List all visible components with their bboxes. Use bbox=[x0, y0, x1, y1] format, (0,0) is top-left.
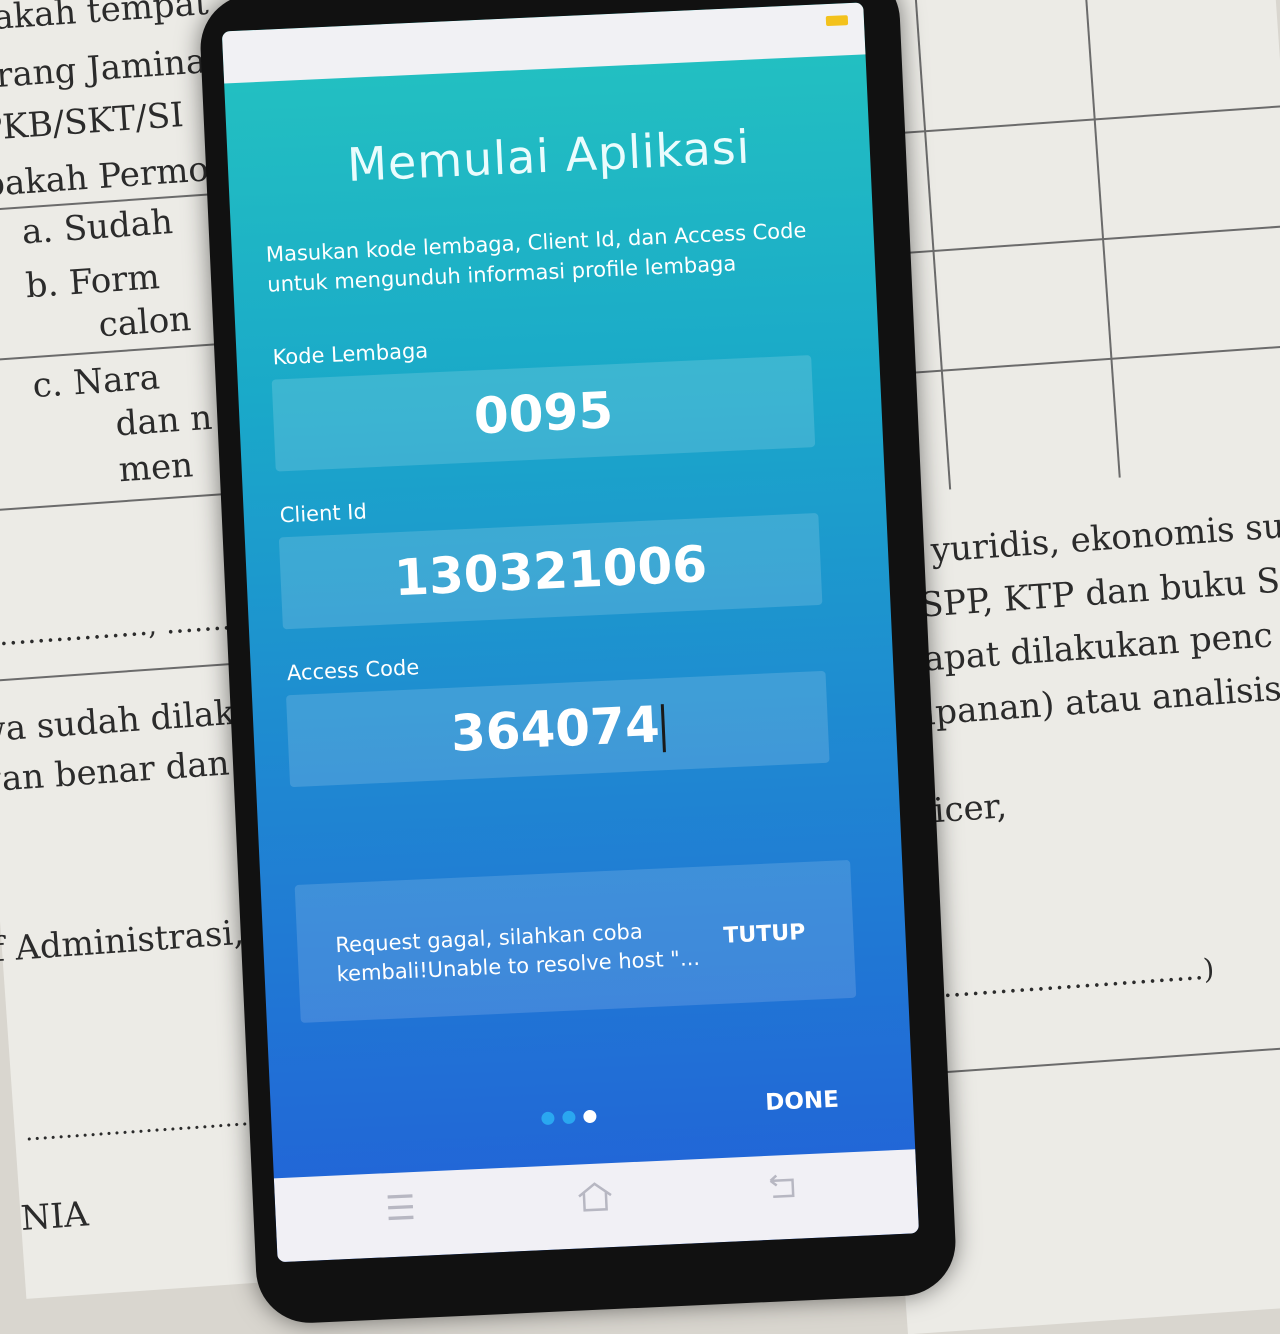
doc-line: gan benar dan p bbox=[0, 741, 264, 801]
doc-line: Barang Jamina bbox=[0, 41, 208, 100]
tutup-button[interactable]: TUTUP bbox=[723, 920, 806, 949]
page-dot-active bbox=[583, 1109, 597, 1124]
navigation-bar: ☰ bbox=[273, 1149, 920, 1263]
access-code-value: 364074 bbox=[449, 695, 661, 763]
doc-line: c. Nara bbox=[31, 357, 162, 407]
status-bar bbox=[221, 2, 866, 84]
kode-lembaga-label: Kode Lembaga bbox=[272, 338, 429, 370]
app-screen: Memulai Aplikasi Masukan kode lembaga, C… bbox=[221, 2, 920, 1263]
page-indicator bbox=[541, 1107, 605, 1129]
page-subtitle: Masukan kode lembaga, Client Id, dan Acc… bbox=[265, 218, 807, 297]
doc-line: BPKB/SKT/SI bbox=[0, 95, 185, 151]
doc-line: Apakah tempat bbox=[0, 0, 210, 42]
doc-line: b. Form bbox=[24, 257, 161, 307]
kode-lembaga-input[interactable]: 0095 bbox=[271, 355, 816, 472]
home-icon[interactable] bbox=[574, 1179, 616, 1224]
page-dot bbox=[541, 1111, 555, 1126]
text-cursor bbox=[660, 703, 666, 752]
phone-device: Memulai Aplikasi Masukan kode lembaga, C… bbox=[198, 0, 958, 1326]
doc-line: …………………………) bbox=[922, 952, 1216, 1006]
error-snackbar: Request gagal, silahkan coba kembali!Una… bbox=[294, 859, 857, 1023]
client-id-value: 130321006 bbox=[392, 535, 709, 608]
doc-line: calon bbox=[97, 299, 193, 346]
doc-line: simpanan) atau analisis bbox=[873, 668, 1280, 738]
doc-line: men bbox=[117, 445, 195, 491]
page-title: Memulai Aplikasi bbox=[346, 119, 752, 192]
doc-line: ………………, ……… bbox=[0, 601, 251, 654]
doc-line: wa sudah dilaku bbox=[0, 691, 258, 751]
error-message: Request gagal, silahkan coba kembali!Una… bbox=[334, 919, 701, 987]
access-code-label: Access Code bbox=[286, 655, 420, 686]
page-dot bbox=[562, 1110, 576, 1125]
doc-line: f Administrasi, bbox=[0, 912, 246, 971]
doc-line: dan n bbox=[114, 397, 214, 445]
client-id-input[interactable]: 130321006 bbox=[278, 512, 823, 630]
doc-line: NIA bbox=[19, 1194, 90, 1240]
back-icon[interactable] bbox=[764, 1171, 800, 1213]
access-code-input[interactable]: 364074 bbox=[285, 670, 830, 788]
doc-line: a. Sudah bbox=[20, 202, 175, 253]
kode-lembaga-value: 0095 bbox=[472, 381, 615, 446]
doc-line: Apakah Permo bbox=[0, 149, 211, 207]
done-button[interactable]: DONE bbox=[765, 1087, 840, 1116]
battery-icon bbox=[825, 15, 849, 27]
client-id-label: Client Id bbox=[279, 499, 368, 528]
menu-icon[interactable]: ☰ bbox=[384, 1188, 416, 1229]
